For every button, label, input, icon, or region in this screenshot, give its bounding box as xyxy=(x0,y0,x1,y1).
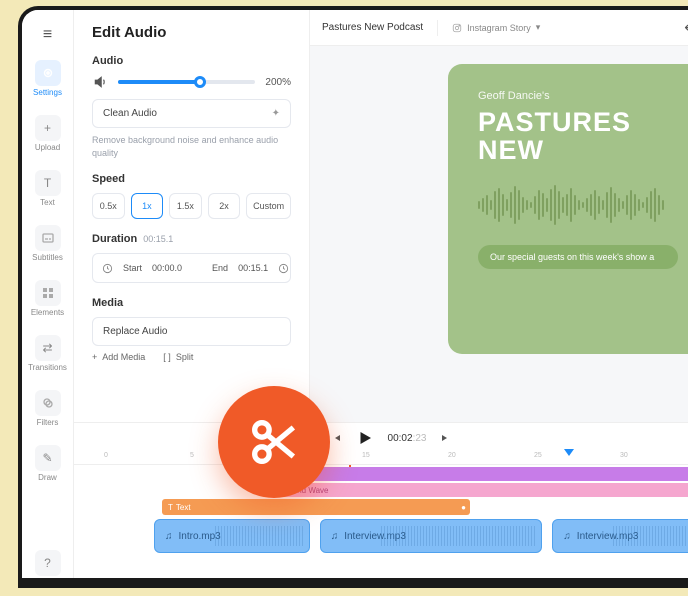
podcast-title: PASTURESNEW xyxy=(478,108,678,165)
podcast-author: Geoff Dancie's xyxy=(478,90,678,102)
speed-2x[interactable]: 2x xyxy=(208,193,241,219)
text-icon: T xyxy=(168,503,173,512)
sidebar-item-subtitles[interactable]: Subtitles xyxy=(22,223,73,264)
podcast-guest-banner: Our special guests on this week's show a xyxy=(478,245,678,269)
volume-icon[interactable] xyxy=(92,75,108,89)
clock-icon xyxy=(102,263,113,274)
filters-icon xyxy=(35,390,61,416)
prev-button[interactable] xyxy=(330,432,342,444)
soundwave-track[interactable]: 〰Sound Wave xyxy=(266,483,688,497)
topbar: Pastures New Podcast Instagram Story ▾ ↩ xyxy=(310,10,688,46)
sidebar-item-text[interactable]: T Text xyxy=(22,168,73,209)
next-button[interactable] xyxy=(440,432,452,444)
format-selector[interactable]: Instagram Story ▾ xyxy=(452,22,540,33)
music-icon: ♫ xyxy=(165,531,173,542)
replace-audio-card[interactable]: Replace Audio xyxy=(92,317,291,346)
speed-section-label: Speed xyxy=(92,173,291,185)
duration-label: Duration xyxy=(92,233,137,245)
clock-icon xyxy=(278,263,289,274)
add-media-button[interactable]: + Add Media xyxy=(92,352,145,362)
timeline-ruler[interactable]: 05101520253035 xyxy=(74,449,688,465)
timecode: 00:02:23 xyxy=(388,433,427,444)
audio-section-label: Audio xyxy=(92,55,291,67)
instagram-icon xyxy=(452,23,462,33)
clean-audio-card[interactable]: Clean Audio ✦ xyxy=(92,99,291,128)
chevron-down-icon: ▾ xyxy=(536,22,541,33)
sidebar-item-draw[interactable]: ✎ Draw xyxy=(22,443,73,484)
speed-0-5x[interactable]: 0.5x xyxy=(92,193,125,219)
end-value[interactable]: 00:15.1 xyxy=(238,263,268,273)
dot-icon: ● xyxy=(461,503,466,512)
music-icon: ♫ xyxy=(331,531,339,542)
clean-audio-hint: Remove background noise and enhance audi… xyxy=(92,134,291,159)
playhead[interactable] xyxy=(564,449,574,456)
draw-icon: ✎ xyxy=(35,445,61,471)
play-button[interactable] xyxy=(356,429,374,447)
split-button[interactable]: [ ] Split xyxy=(163,352,193,362)
audio-clip-interview-1[interactable]: ♫ Interview.mp3 xyxy=(320,519,543,553)
sparkle-icon: ✦ xyxy=(272,108,280,119)
sidebar-item-upload[interactable]: + Upload xyxy=(22,113,73,154)
volume-value: 200% xyxy=(265,77,291,88)
text-track[interactable]: TText ● xyxy=(162,499,470,515)
speed-1-5x[interactable]: 1.5x xyxy=(169,193,202,219)
back-button[interactable]: ↩ xyxy=(684,19,688,36)
menu-icon[interactable]: ≡ xyxy=(43,26,52,44)
subtitles-icon xyxy=(35,225,61,251)
speed-custom[interactable]: Custom xyxy=(246,193,291,219)
speed-1x[interactable]: 1x xyxy=(131,193,164,219)
audio-clip-interview-2[interactable]: ♫ Interview.mp3 xyxy=(552,519,688,553)
duration-row: Start 00:00.0 End 00:15.1 xyxy=(92,253,291,283)
scissors-icon xyxy=(245,413,303,471)
podcast-card: Geoff Dancie's PASTURESNEW Our special g… xyxy=(448,64,688,354)
transitions-icon: ⇄ xyxy=(35,335,61,361)
start-value[interactable]: 00:00.0 xyxy=(152,263,182,273)
upload-icon: + xyxy=(35,115,61,141)
left-tool-rail: ≡ Settings + Upload T Text Subtitles Ele… xyxy=(22,10,74,578)
cut-tool-badge[interactable] xyxy=(218,386,330,498)
music-icon: ♫ xyxy=(563,531,571,542)
panel-title: Edit Audio xyxy=(92,24,291,41)
podcast-waveform xyxy=(478,183,678,227)
sidebar-item-settings[interactable]: Settings xyxy=(22,58,73,99)
sidebar-item-elements[interactable]: Elements xyxy=(22,278,73,319)
text-icon: T xyxy=(35,170,61,196)
help-icon: ? xyxy=(35,550,61,576)
project-title: Pastures New Podcast xyxy=(322,22,423,33)
settings-icon xyxy=(35,60,61,86)
volume-slider[interactable] xyxy=(118,80,255,84)
sidebar-item-filters[interactable]: Filters xyxy=(22,388,73,429)
duration-value: 00:15.1 xyxy=(143,234,173,244)
sidebar-item-help[interactable]: ? xyxy=(22,548,73,578)
audio-clip-intro[interactable]: ♫ Intro.mp3 xyxy=(154,519,310,553)
sidebar-item-transitions[interactable]: ⇄ Transitions xyxy=(22,333,73,374)
elements-icon xyxy=(35,280,61,306)
timeline: 00:02:23 05101520253035 ▭Subtitle 〰Sound… xyxy=(74,422,688,578)
timeline-tracks: ▭Subtitle 〰Sound Wave TText ● ♫ Intro.mp… xyxy=(74,465,688,469)
media-section-label: Media xyxy=(92,297,291,309)
